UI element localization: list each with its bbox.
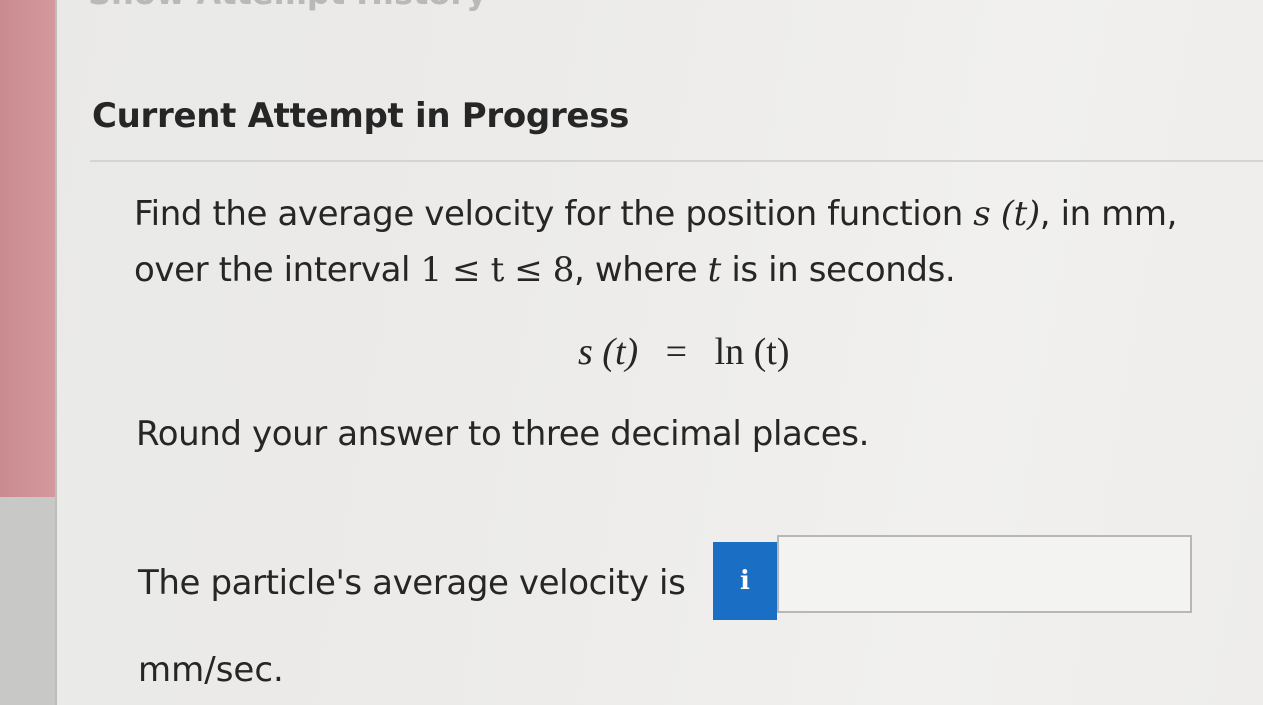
question-text: , where [574,250,708,290]
equation-equals: = [665,331,688,373]
answer-input[interactable] [777,535,1192,613]
sidebar-accent-top [0,0,55,497]
sidebar-accent-bottom [0,497,55,705]
position-equation: s (t) = ln (t) [578,330,790,374]
attempt-history-link[interactable]: Show Attempt History [88,0,487,12]
question-text: Find the average velocity for the positi… [134,194,974,234]
variable: t [707,250,722,290]
question-line-2: over the interval 1 ≤ t ≤ 8, where t is … [134,250,956,290]
unit-label: mm/sec. [138,650,284,690]
page-title: Current Attempt in Progress [92,96,630,136]
divider [90,160,1263,162]
question-text: is in seconds. [720,250,956,290]
sidebar-divider [55,0,57,705]
equation-lhs: s (t) [578,331,639,373]
interval-expression: 1 ≤ t ≤ 8 [420,250,575,290]
math-expression: s (t) [973,194,1040,234]
info-icon[interactable]: i [713,542,777,620]
answer-label: The particle's average velocity is [138,563,686,603]
equation-rhs: ln (t) [714,331,790,373]
question-line-1: Find the average velocity for the positi… [134,194,1177,234]
question-text: over the interval [134,250,421,290]
question-text: , in mm, [1039,194,1178,234]
rounding-instruction: Round your answer to three decimal place… [136,414,869,454]
